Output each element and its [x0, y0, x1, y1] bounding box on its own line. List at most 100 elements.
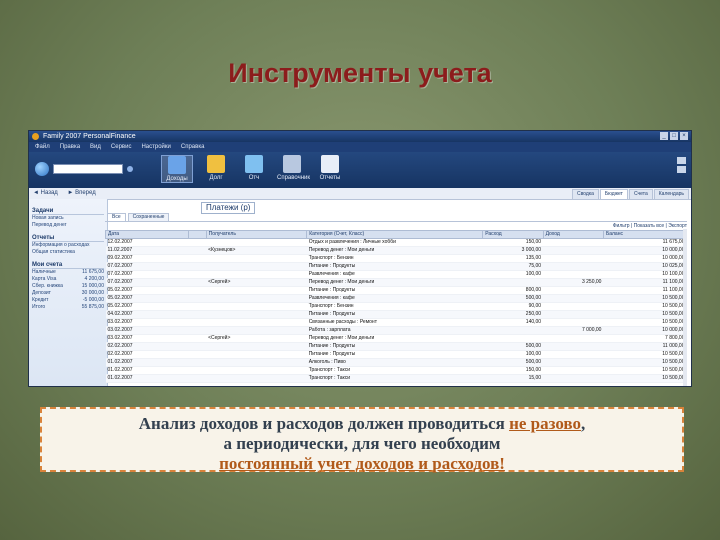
subtab-saved[interactable]: Сохраненные	[127, 213, 170, 221]
table-cell: Питание : Продукты	[306, 342, 483, 351]
forward-button[interactable]: ► Вперед	[67, 188, 95, 199]
transactions-table: Дата Получатель Категория (Счет, Класс) Рас…	[105, 230, 688, 383]
table-cell	[543, 286, 604, 295]
account-balance: 30 000,00	[81, 290, 104, 296]
sidebar-section-header: Задачи	[32, 208, 104, 215]
globe-icon[interactable]	[35, 162, 49, 176]
menu-item[interactable]: Вид	[90, 142, 101, 152]
table-row[interactable]: 07.02.2007 <Сергей> Перевод денег : Мои де…	[105, 278, 687, 287]
table-cell: Питание : Продукты	[306, 262, 483, 271]
account-item[interactable]: Наличные 11 675,00	[32, 269, 104, 276]
subtab-all[interactable]: Все	[107, 213, 126, 221]
account-item[interactable]: Итого 55 875,00	[32, 304, 104, 311]
account-item[interactable]: Карта Visa 4 200,00	[32, 276, 104, 283]
sidebar-item-expense-info[interactable]: Информация о расходах	[32, 242, 104, 249]
table-cell	[188, 270, 207, 279]
column-header[interactable]: Доход	[542, 230, 604, 239]
table-row[interactable]: 09.02.2007 Транспорт : Бензин 135,00 10 000…	[105, 254, 687, 263]
table-cell: 10 500,00	[603, 318, 687, 327]
table-cell: Развлечения : кафе	[306, 294, 483, 303]
toolbar-button-label: Справочник	[277, 175, 310, 181]
table-cell: 10 000,00	[603, 326, 687, 335]
table-row[interactable]: 07.02.2007 Питание : Продукты 75,00 10 025,…	[105, 262, 687, 271]
sidebar-item-transfer[interactable]: Перевод денег	[32, 222, 104, 229]
table-row[interactable]: 01.02.2007 Транспорт : Такси 150,00 10 500,…	[105, 366, 687, 375]
maximize-icon[interactable]: □	[670, 132, 678, 140]
table-cell: 3 250,00	[543, 278, 604, 287]
table-cell: Питание : Продукты	[306, 286, 483, 295]
toolbar-button[interactable]: Справочник	[277, 155, 310, 183]
table-row[interactable]: 01.02.2007 Транспорт : Такси 15,00 10 500,0…	[105, 374, 687, 383]
column-header[interactable]: Дата	[105, 230, 189, 239]
table-row[interactable]: 02.02.2007 Питание : Продукты 500,00 11 000…	[105, 342, 687, 351]
table-cell	[206, 350, 307, 359]
column-header[interactable]: Расход	[482, 230, 544, 239]
table-row[interactable]: 05.02.2007 Питание : Продукты 800,00 11 100…	[105, 286, 687, 295]
account-item[interactable]: Кредит -5 000,00	[32, 297, 104, 304]
table-row[interactable]: 07.02.2007 Развлечения : кафе 100,00 10 100…	[105, 270, 687, 279]
table-cell	[543, 358, 604, 367]
column-header[interactable]: Получатель	[205, 230, 308, 239]
close-icon[interactable]: ×	[680, 132, 688, 140]
table-row[interactable]: 02.02.2007 Питание : Продукты 100,00 10 500…	[105, 350, 687, 359]
table-row[interactable]: 05.02.2007 Транспорт : Бензин 90,00 10 500,…	[105, 302, 687, 311]
table-row[interactable]: 04.02.2007 Питание : Продукты 250,00 10 500…	[105, 310, 687, 319]
table-row[interactable]: 03.02.2007 Работа : зарплата 7 000,00 10 00…	[105, 326, 687, 335]
table-cell	[206, 358, 307, 367]
table-cell	[188, 254, 207, 263]
table-row[interactable]: 11.02.2007 <Кузнецов> Перевод денег : Мои …	[105, 246, 687, 255]
column-header[interactable]	[188, 230, 207, 239]
sidebar-item-stats[interactable]: Общая статистика	[32, 249, 104, 256]
table-cell	[543, 318, 604, 327]
table-cell	[543, 238, 604, 247]
table-cell	[206, 374, 307, 383]
table-cell: 01.02.2007	[105, 366, 189, 375]
table-row[interactable]: 01.02.2007 Алкоголь : Пиво 500,00 10 500,00	[105, 358, 687, 367]
menu-item[interactable]: Справка	[181, 142, 205, 152]
table-cell: 10 500,00	[603, 294, 687, 303]
menu-item[interactable]: Настройки	[141, 142, 170, 152]
table-header-row: Дата Получатель Категория (Счет, Класс) Рас…	[105, 230, 688, 239]
account-name: Наличные	[32, 269, 56, 275]
note-link-constant-accounting[interactable]: постоянный учет доходов и расходов!	[219, 454, 505, 473]
table-row[interactable]: 12.02.2007 Отдых и развлечения : Личные х…	[105, 238, 687, 247]
search-input[interactable]	[53, 164, 123, 174]
toolbar-button[interactable]: Долг	[201, 155, 231, 183]
table-row[interactable]: 05.02.2007 Развлечения : кафе 500,00 10 500…	[105, 294, 687, 303]
menu-item[interactable]: Файл	[35, 142, 50, 152]
search-icon[interactable]	[127, 166, 133, 172]
minimize-icon[interactable]: _	[660, 132, 668, 140]
table-cell: 07.02.2007	[105, 270, 189, 279]
table-row[interactable]: 03.02.2007 Связанные расходы : Ремонт 140,…	[105, 318, 687, 327]
toolbar-button[interactable]: Отчеты	[315, 155, 345, 183]
table-cell: 02.02.2007	[105, 342, 189, 351]
account-item[interactable]: Сбер. книжка 15 000,00	[32, 283, 104, 290]
menu-item[interactable]: Правка	[60, 142, 80, 152]
filter-bar[interactable]: Фильтр | Показать все | Экспорт	[105, 221, 687, 230]
table-cell	[543, 302, 604, 311]
table-cell	[206, 286, 307, 295]
toolbar-button[interactable]: Отч	[239, 155, 269, 183]
table-cell: 500,00	[482, 294, 544, 303]
table-cell	[188, 342, 207, 351]
help-icon[interactable]	[677, 157, 686, 164]
options-icon[interactable]	[677, 166, 686, 173]
scrollbar[interactable]	[683, 229, 687, 386]
table-cell: 01.02.2007	[105, 358, 189, 367]
back-button[interactable]: ◄ Назад	[33, 188, 58, 199]
column-header[interactable]: Баланс	[602, 230, 688, 239]
account-item[interactable]: Депозит 30 000,00	[32, 290, 104, 297]
toolbar-button[interactable]: Доходы	[161, 155, 193, 183]
table-cell: Транспорт : Такси	[306, 366, 483, 375]
note-link-not-once[interactable]: не разово	[509, 414, 581, 433]
forward-label: Вперед	[75, 190, 96, 196]
table-cell: 10 500,00	[603, 366, 687, 375]
table-cell	[188, 358, 207, 367]
table-cell	[206, 270, 307, 279]
table-cell: 11 675,00	[603, 238, 687, 247]
sidebar-item-new-entry[interactable]: Новая запись	[32, 215, 104, 222]
column-header[interactable]: Категория (Счет, Класс)	[306, 230, 484, 239]
menu-item[interactable]: Сервис	[111, 142, 132, 152]
table-row[interactable]: 03.02.2007 <Сергей> Перевод денег : Мои де…	[105, 334, 687, 343]
table-cell: 100,00	[482, 270, 544, 279]
